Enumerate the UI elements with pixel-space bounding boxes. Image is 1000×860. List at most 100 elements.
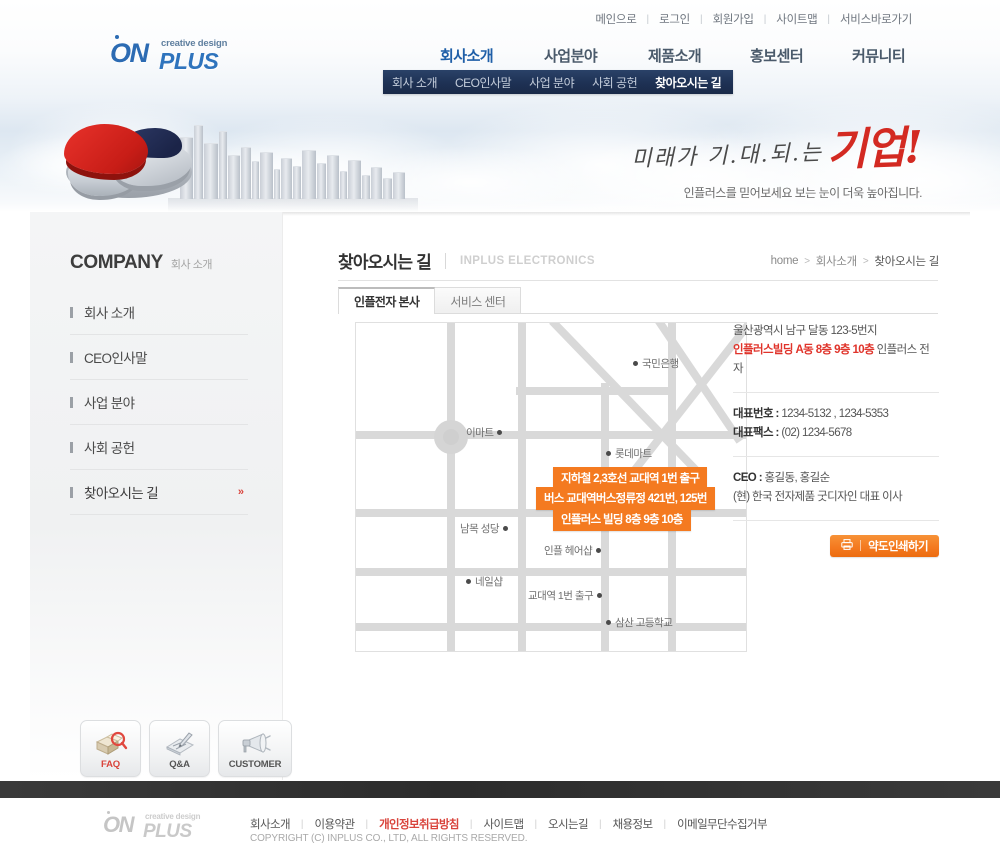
cityscape-silhouette [178, 117, 408, 199]
map-poi-dot [606, 620, 611, 625]
info-fax-value: (02) 1234-5678 [778, 426, 852, 439]
utility-nav-item-main[interactable]: 메인으로 [585, 11, 646, 27]
sidebar-item-directions[interactable]: 찾아오시는 길 » [70, 470, 248, 515]
tab-label: 인플전자 본사 [354, 295, 420, 309]
location-map[interactable]: 국민은행 이마트 롯데마트 남목 성당 인플 헤어샵 네일샵 교대역 1번 출구… [355, 322, 747, 652]
footer-link-privacy[interactable]: 개인정보취급방침 [368, 816, 470, 832]
sub-nav-item-ceo-message[interactable]: CEO인사말 [446, 74, 520, 91]
printer-icon [841, 538, 853, 553]
footer-link-sitemap[interactable]: 사이트맵 [473, 816, 535, 832]
map-road-vertical [518, 323, 526, 651]
quick-button-label: Q&A [169, 759, 190, 770]
print-map-button[interactable]: 약도인쇄하기 [830, 534, 939, 557]
footer-link-terms[interactable]: 이용약관 [304, 816, 366, 832]
main-nav-item-company[interactable]: 회사소개 [440, 45, 544, 66]
info-section-ceo: CEO : 홍길동, 홍길순 (현) 한국 전자제품 굿디자인 대표 이사 [733, 457, 939, 521]
quick-button-faq[interactable]: FAQ [80, 720, 141, 777]
print-button-row: 약도인쇄하기 [733, 534, 939, 557]
map-road-horizontal [356, 623, 746, 631]
chevron-double-right-icon: » [237, 486, 244, 498]
hero-graphic [58, 112, 418, 212]
tab-headquarters[interactable]: 인플전자 본사 [338, 287, 436, 314]
button-divider [860, 540, 862, 552]
footer-divider-bar [0, 781, 1000, 798]
map-poi-nammok-church: 남목 성당 [460, 521, 509, 536]
info-ceo-value: 홍길동, 홍길순 [761, 471, 831, 484]
tab-service-center[interactable]: 서비스 센터 [434, 287, 522, 314]
sidebar-item-ceo-message[interactable]: CEO인사말 [70, 335, 248, 380]
map-poi-kookmin-bank: 국민은행 [633, 356, 679, 371]
sidebar-item-business-area[interactable]: 사업 분야 [70, 380, 248, 425]
quick-button-qna[interactable]: Q&A [149, 720, 210, 777]
sidebar-item-social-contribution[interactable]: 사회 공헌 [70, 425, 248, 470]
footer-link-company[interactable]: 회사소개 [250, 816, 301, 832]
logo-on-text: ON [110, 35, 149, 68]
footer-logo[interactable]: ON creative design PLUS [103, 811, 213, 844]
footer-logo-plus-text: PLUS [143, 821, 192, 842]
sidebar-item-label: CEO인사말 [84, 351, 148, 366]
quick-button-label: CUSTOMER [228, 759, 282, 770]
sub-nav: 회사 소개 CEO인사말 사업 분야 사회 공헌 찾아오시는 길 [383, 70, 733, 94]
map-poi-label: 롯데마트 [615, 448, 652, 460]
print-map-button-label: 약도인쇄하기 [868, 540, 928, 553]
sidebar-quick-buttons: FAQ Q&A CUSTOMER [80, 720, 292, 777]
sidebar-heading: COMPANY 회사 소개 [70, 252, 212, 274]
breadcrumb-item-home[interactable]: home [771, 255, 799, 267]
sub-nav-item-company-intro[interactable]: 회사 소개 [383, 74, 446, 91]
utility-nav-item-sitemap[interactable]: 사이트맵 [766, 11, 827, 27]
main-nav: 회사소개 사업분야 제품소개 홍보센터 커뮤니티 [440, 45, 960, 66]
footer-links: 회사소개 | 이용약관 | 개인정보취급방침 | 사이트맵 | 오시는길 | 채… [250, 816, 778, 832]
page-subtitle: INPLUS ELECTRONICS [459, 254, 595, 267]
main-nav-item-business[interactable]: 사업분야 [544, 45, 648, 66]
info-fax: 대표팩스 : (02) 1234-5678 [733, 424, 939, 443]
map-poi-dot [466, 579, 471, 584]
sidebar-item-label: 사업 분야 [84, 396, 135, 411]
site-logo[interactable]: ON creative design PLUS [110, 35, 230, 74]
main-nav-item-pr[interactable]: 홍보센터 [750, 45, 852, 66]
map-poi-inplus-hair-shop: 인플 헤어샵 [544, 543, 602, 558]
map-callout-building: 인플러스 빌딩 8층 9층 10층 [553, 508, 691, 531]
info-fax-label: 대표팩스 : [733, 426, 779, 439]
map-poi-dot [503, 526, 509, 531]
sub-nav-item-directions[interactable]: 찾아오시는 길 [646, 74, 730, 91]
footer: ON creative design PLUS 회사소개 | 이용약관 | 개인… [0, 798, 1000, 860]
utility-nav-item-service[interactable]: 서비스바로가기 [830, 11, 922, 27]
map-poi-lotte-mart: 롯데마트 [606, 446, 652, 461]
main-nav-item-products[interactable]: 제품소개 [648, 45, 750, 66]
main-nav-item-community[interactable]: 커뮤니티 [852, 45, 906, 66]
utility-nav-item-login[interactable]: 로그인 [649, 11, 700, 27]
map-poi-samsan-high-school: 삼산 고등학교 [606, 615, 673, 630]
hero-reflection [168, 198, 418, 212]
footer-link-directions[interactable]: 오시는길 [537, 816, 599, 832]
pencil-note-icon [150, 730, 209, 758]
hero-tagline: 미래가 기.대.되.는기업! 인플러스를 믿어보세요 보는 눈이 더욱 높아집니… [631, 122, 923, 201]
map-road-horizontal [516, 387, 676, 395]
hero-subtitle: 인플러스를 믿어보세요 보는 눈이 더욱 높아집니다. [683, 186, 923, 200]
megaphone-icon [219, 730, 291, 758]
title-divider [444, 252, 446, 269]
sidebar-menu: 회사 소개 CEO인사말 사업 분야 사회 공헌 찾아오시는 길 » [70, 290, 248, 515]
footer-logo-on-text: ON [103, 811, 135, 837]
map-poi-label: 국민은행 [642, 358, 679, 370]
info-ceo-label: CEO : [733, 471, 763, 484]
sub-nav-item-business-area[interactable]: 사업 분야 [520, 74, 583, 91]
info-section-contact: 대표번호 : 1234-5132 , 1234-5353 대표팩스 : (02)… [733, 393, 939, 457]
footer-link-email-collection-refusal[interactable]: 이메일무단수집거부 [666, 816, 778, 832]
sidebar-item-company-intro[interactable]: 회사 소개 [70, 290, 248, 335]
breadcrumb-separator: > [862, 255, 869, 267]
breadcrumb-item-company[interactable]: 회사소개 [816, 253, 857, 269]
footer-link-recruit[interactable]: 채용정보 [602, 816, 664, 832]
footer-logo-tagline: creative design [145, 812, 201, 821]
map-poi-gyodae-exit1: 교대역 1번 출구 [528, 588, 603, 603]
quick-button-label: FAQ [101, 759, 120, 770]
sidebar-heading-en: COMPANY [70, 252, 163, 273]
map-poi-label: 인플 헤어샵 [544, 545, 593, 557]
map-roundabout [434, 420, 468, 454]
breadcrumb: home > 회사소개 > 찾아오시는 길 [771, 253, 940, 269]
utility-nav-item-signup[interactable]: 회원가입 [703, 11, 764, 27]
content-panel: COMPANY 회사 소개 회사 소개 CEO인사말 사업 분야 사회 공헌 찾… [30, 212, 970, 780]
page-title: 찾아오시는 길 [338, 253, 432, 272]
breadcrumb-item-current: 찾아오시는 길 [874, 256, 939, 268]
quick-button-customer[interactable]: CUSTOMER [218, 720, 292, 777]
sub-nav-item-social-contribution[interactable]: 사회 공헌 [583, 74, 646, 91]
